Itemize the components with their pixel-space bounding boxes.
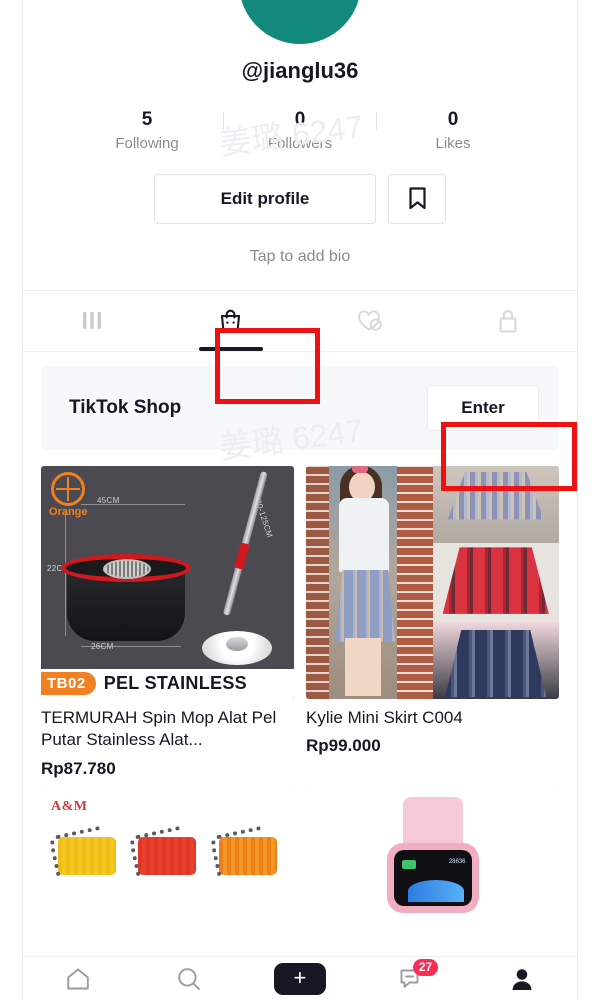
mop-bucket xyxy=(61,553,191,641)
lock-icon xyxy=(499,309,517,333)
stat-divider xyxy=(223,111,224,130)
mop-head xyxy=(202,630,272,665)
brick-wall-right xyxy=(397,465,433,699)
stat-divider xyxy=(376,111,377,130)
model-white-blouse xyxy=(338,497,389,572)
am-brand-logo: A&M xyxy=(51,798,88,814)
bookmark-icon xyxy=(408,187,426,210)
watch-battery-indicator xyxy=(401,859,416,869)
watch-screen: 28636 xyxy=(393,849,472,906)
skirt-red-plaid xyxy=(442,547,549,614)
model-plaid-skirt-blue xyxy=(335,569,396,642)
mop-model-badge: TB02 xyxy=(41,672,96,696)
bag-orange xyxy=(209,825,277,878)
mop-photo-footer: TB02 PEL STAINLESS xyxy=(41,668,294,699)
skirt-grey-plaid xyxy=(447,471,544,520)
heart-slash-icon xyxy=(357,310,382,331)
orange-logo-text: Orange xyxy=(49,505,88,518)
following-label: Following xyxy=(115,134,179,152)
product-image-mini-skirt[interactable] xyxy=(306,465,559,699)
product-grid: Orange 45CM 22CM 26CM 80-125CM TB02 PEL … xyxy=(23,450,577,1000)
skirt-navy-plaid xyxy=(445,629,547,698)
model-legs xyxy=(345,637,382,696)
nav-inbox[interactable]: 27 xyxy=(355,957,466,1000)
profile-stats: 5 Following 0 Followers 0 Likes xyxy=(23,108,577,152)
nav-create[interactable]: + xyxy=(245,957,356,1000)
mop-photo-caption: PEL STAINLESS xyxy=(103,673,247,694)
orange-brand-logo: Orange xyxy=(49,471,88,519)
bag-red xyxy=(128,825,197,878)
tiktok-profile-screen: 姜璐 @jianglu36 5 Following 0 Followers 0 … xyxy=(22,0,578,1000)
shopping-bag-icon xyxy=(221,309,241,331)
followers-count: 0 xyxy=(294,109,306,130)
followers-label: Followers xyxy=(267,134,333,152)
product-title: TERMURAH Spin Mop Alat Pel Putar Stainle… xyxy=(41,707,277,750)
nav-discover[interactable] xyxy=(134,957,245,1000)
dimension-width-label: 45CM xyxy=(97,495,120,505)
stat-likes[interactable]: 0 Likes xyxy=(401,108,505,152)
nav-profile[interactable] xyxy=(466,957,577,1000)
home-icon xyxy=(67,968,90,989)
active-tab-underline xyxy=(198,346,263,351)
skirt-variant-grey xyxy=(432,465,559,543)
edit-profile-button[interactable]: Edit profile xyxy=(154,173,376,224)
skirt-collage xyxy=(306,465,559,699)
product-title: Kylie Mini Skirt C004 xyxy=(306,707,463,727)
profile-tabbar xyxy=(23,289,578,352)
skirt-variant-navy xyxy=(432,621,559,699)
tab-videos[interactable] xyxy=(23,291,162,351)
avatar-container: 姜璐 xyxy=(23,0,577,44)
skirt-variants-column xyxy=(432,465,559,699)
watch-step-count: 28636 xyxy=(448,858,466,865)
orange-logo-ring xyxy=(51,471,86,506)
create-button[interactable]: + xyxy=(269,962,330,995)
tiktok-shop-banner[interactable]: TikTok Shop Enter xyxy=(41,365,559,450)
bio-placeholder[interactable]: Tap to add bio xyxy=(23,248,577,266)
stat-followers[interactable]: 0 Followers xyxy=(248,108,352,152)
product-image-spin-mop[interactable]: Orange 45CM 22CM 26CM 80-125CM TB02 PEL … xyxy=(41,465,294,699)
bookmark-button[interactable] xyxy=(388,173,446,224)
profile-actions: Edit profile xyxy=(23,173,577,224)
skirt-variant-red xyxy=(432,542,559,622)
dimension-depth-label: 26CM xyxy=(91,641,114,651)
stat-following[interactable]: 5 Following xyxy=(95,108,199,152)
mop-spinner-basket xyxy=(103,558,151,579)
shop-enter-button[interactable]: Enter xyxy=(427,384,539,431)
product-card[interactable]: Kylie Mini Skirt C004 Rp99.000 xyxy=(306,465,559,779)
product-price: Rp99.000 xyxy=(306,736,381,756)
inbox-badge: 27 xyxy=(412,959,439,976)
brick-wall-left xyxy=(306,465,329,699)
tab-private[interactable] xyxy=(439,291,578,351)
shop-banner-title: TikTok Shop xyxy=(69,396,182,418)
likes-count: 0 xyxy=(447,109,459,130)
bags-row xyxy=(47,825,288,878)
following-count: 5 xyxy=(141,109,153,130)
product-price: Rp87.780 xyxy=(41,758,116,778)
person-icon xyxy=(512,968,531,990)
skirt-model-photo xyxy=(306,465,433,699)
bottom-navigation-bar: + 27 xyxy=(23,956,577,1000)
watch-case: 28636 xyxy=(386,842,479,913)
profile-handle: @jianglu36 xyxy=(241,58,359,83)
tab-liked[interactable] xyxy=(300,291,439,351)
grid-bars-icon xyxy=(83,311,102,329)
likes-label: Likes xyxy=(435,134,471,152)
watch-graphic xyxy=(407,879,464,902)
search-icon xyxy=(178,967,201,990)
product-card[interactable]: Orange 45CM 22CM 26CM 80-125CM TB02 PEL … xyxy=(41,465,294,779)
bag-yellow xyxy=(48,825,117,878)
tab-shop[interactable] xyxy=(162,291,301,351)
avatar[interactable]: 姜璐 xyxy=(239,0,361,44)
plus-icon: + xyxy=(293,964,307,990)
nav-home[interactable] xyxy=(23,957,134,1000)
model-hair-bow xyxy=(351,465,368,473)
